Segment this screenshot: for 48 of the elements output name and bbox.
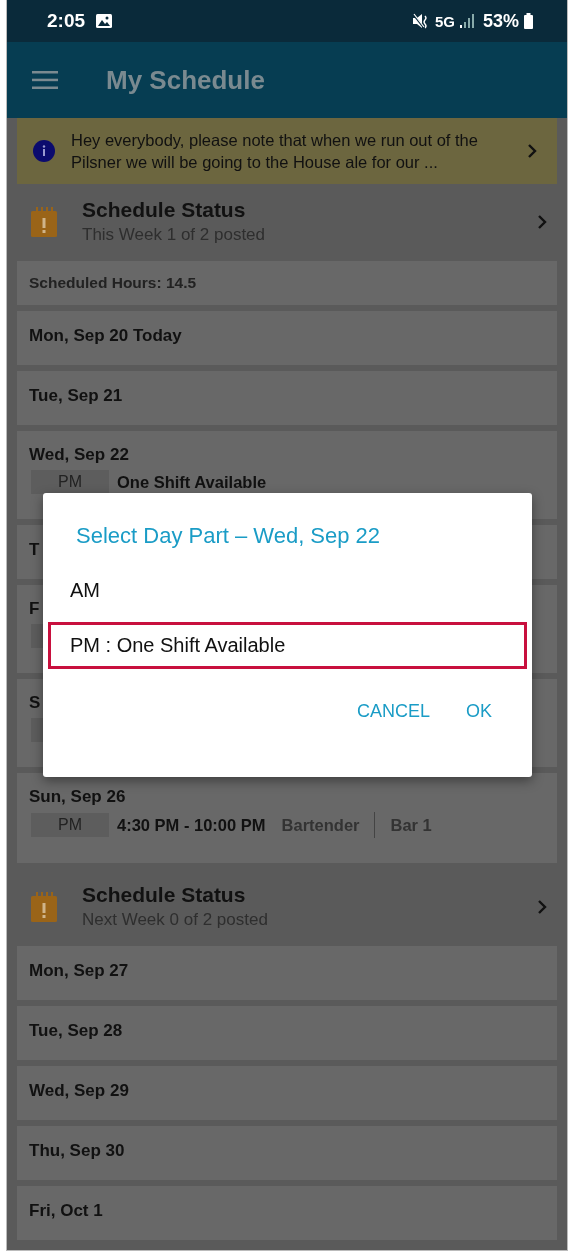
notice-banner[interactable]: Hey everybody, please note that when we run out of the Pilsner we will be going to the House ale for our ... <box>17 118 557 184</box>
day-card[interactable]: Mon, Sep 20 Today <box>17 311 557 365</box>
chevron-right-icon <box>527 143 537 159</box>
day-label: Wed, Sep 29 <box>29 1081 129 1101</box>
image-icon <box>96 14 113 28</box>
day-card[interactable]: Tue, Sep 28 <box>17 1006 557 1060</box>
day-card[interactable]: Wed, Sep 29 <box>17 1066 557 1120</box>
chevron-right-icon <box>537 898 547 915</box>
signal-icon <box>459 14 474 28</box>
day-card[interactable]: Mon, Sep 27 <box>17 946 557 1000</box>
day-label: T <box>29 540 40 560</box>
day-part-option[interactable]: AM <box>48 567 527 614</box>
day-part-option[interactable]: PM : One Shift Available <box>48 622 527 669</box>
battery-level: 53% <box>482 10 519 32</box>
shift-text: One Shift Available <box>117 472 267 492</box>
day-card[interactable]: Thu, Sep 30 <box>17 1126 557 1180</box>
day-label: Thu, Sep 30 <box>29 1141 125 1161</box>
notepad-icon <box>31 891 57 922</box>
notepad-icon <box>31 206 57 237</box>
info-icon <box>33 140 55 162</box>
shift-time: 4:30 PM - 10:00 PM <box>117 815 266 835</box>
chevron-right-icon <box>537 213 547 230</box>
battery-icon <box>524 13 533 29</box>
day-label: Mon, Sep 27 <box>29 961 129 981</box>
day-label: Wed, Sep 22 <box>29 445 129 465</box>
dialog-button[interactable]: OK <box>460 697 498 726</box>
day-label: Sun, Sep 26 <box>29 787 126 807</box>
scheduled-hours: Scheduled Hours: 14.5 <box>29 274 198 292</box>
day-card[interactable]: Fri, Oct 1 <box>17 1186 557 1240</box>
day-label: F <box>29 599 40 619</box>
menu-icon[interactable] <box>32 71 58 89</box>
day-label: Tue, Sep 21 <box>29 386 123 406</box>
day-label: S <box>29 693 41 713</box>
day-label: Mon, Sep 20 Today <box>29 326 182 346</box>
status-title: Schedule Status <box>82 198 247 222</box>
mute-icon <box>411 13 430 29</box>
day-label: Tue, Sep 28 <box>29 1021 123 1041</box>
app-title: My Schedule <box>106 64 265 96</box>
dialog-button[interactable]: CANCEL <box>350 697 436 726</box>
day-part-tag: PM <box>31 813 109 837</box>
network-label: 5G <box>434 12 455 30</box>
day-label: Fri, Oct 1 <box>29 1201 103 1221</box>
day-part-tag: PM <box>31 470 109 494</box>
notice-text: Hey everybody, please note that when we run out of the Pilsner we will be going to the House ale for our ... <box>71 130 479 173</box>
day-card[interactable]: Tue, Sep 21 <box>17 371 557 425</box>
status-title: Schedule Status <box>82 883 247 907</box>
clock: 2:05 <box>47 10 86 32</box>
dialog-title: Select Day Part – Wed, Sep 22 <box>76 523 382 549</box>
